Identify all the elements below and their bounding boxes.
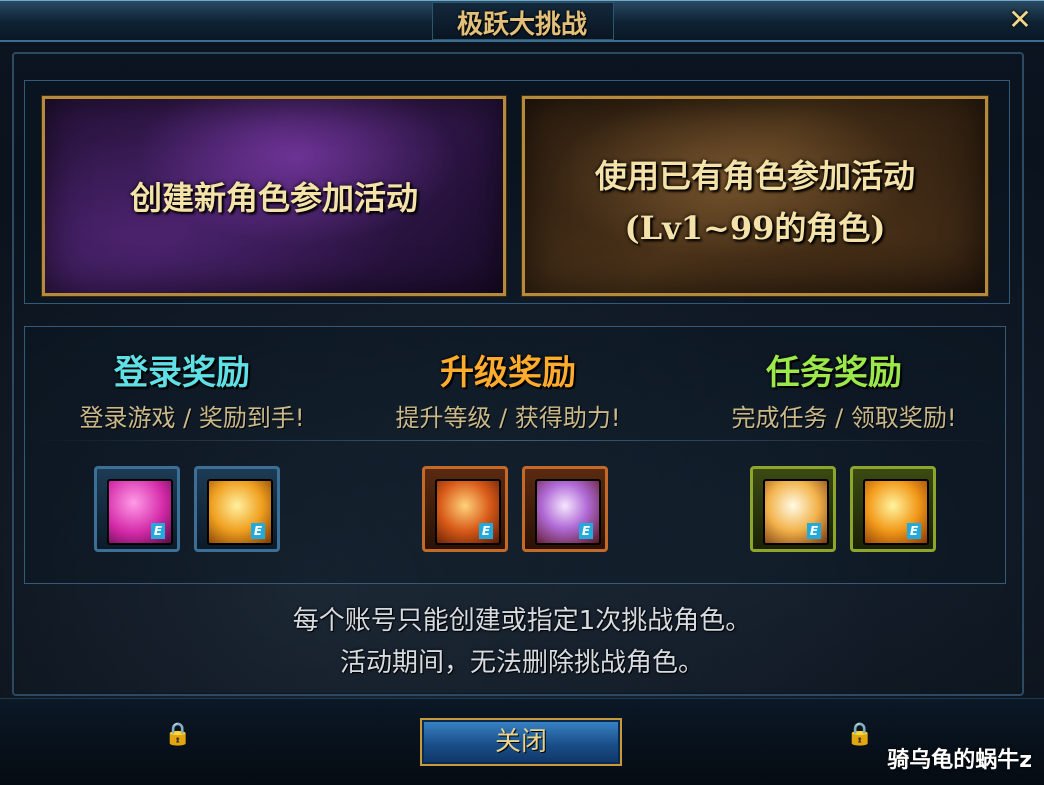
challenge-window: 极跃大挑战 ✕ 创建新角色参加活动 使用已有角色参加活动 (Lv1~99的角色)… [0,0,1044,785]
login-reward-title: 登录奖励 [114,353,250,393]
create-new-character-label: 创建新角色参加活动 [129,179,418,217]
create-new-character-button[interactable]: 创建新角色参加活动 [42,96,506,296]
reward-slot-login-1[interactable]: E [94,466,180,552]
lock-icon: 🔒 [846,722,874,747]
reward-slot-levelup-1[interactable]: E [422,466,508,552]
quest-reward-subtitle: 完成任务 / 领取奖励! [731,404,957,432]
close-button[interactable]: 关闭 [420,718,622,766]
equipment-badge: E [479,523,493,539]
reward-slot-quest-2[interactable]: E [850,466,936,552]
levelup-reward-title: 升级奖励 [440,353,576,393]
notice-line-1: 每个账号只能创建或指定1次挑战角色。 [292,606,752,636]
rewards-divider [30,440,1000,441]
reward-slot-quest-1[interactable]: E [750,466,836,552]
levelup-reward-subtitle: 提升等级 / 获得助力! [395,404,621,432]
equipment-badge: E [251,523,265,539]
use-existing-character-label: 使用已有角色参加活动 [594,157,915,195]
close-icon[interactable]: ✕ [1006,6,1034,34]
lock-icon: 🔒 [164,722,192,747]
equipment-badge: E [579,523,593,539]
equipment-badge: E [807,523,821,539]
level-range-label: (Lv1~99的角色) [624,209,886,247]
reward-slot-levelup-2[interactable]: E [522,466,608,552]
quest-reward-title: 任务奖励 [766,353,902,393]
login-reward-subtitle: 登录游戏 / 奖励到手! [79,404,305,432]
watermark: 骑乌龟的蜗牛z [887,748,1032,773]
equipment-badge: E [151,523,165,539]
title-bar: 极跃大挑战 ✕ [0,0,1044,42]
notice-line-2: 活动期间，无法删除挑战角色。 [339,648,704,678]
equipment-badge: E [907,523,921,539]
window-title: 极跃大挑战 [456,10,587,40]
use-existing-character-button[interactable]: 使用已有角色参加活动 (Lv1~99的角色) [522,96,988,296]
reward-slot-login-2[interactable]: E [194,466,280,552]
